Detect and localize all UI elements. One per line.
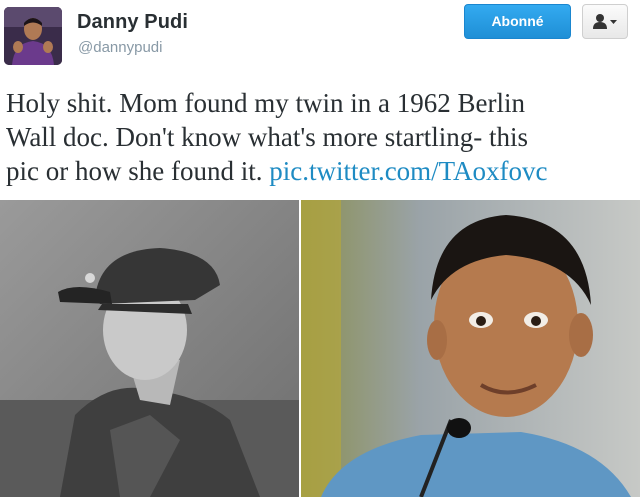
- tweet-text: Holy shit. Mom found my twin in a 1962 B…: [6, 86, 636, 188]
- tweet-line-3: pic or how she found it. pic.twitter.com…: [6, 154, 636, 188]
- tweet-line-3-text: pic or how she found it.: [6, 156, 270, 186]
- attached-photo-right[interactable]: [301, 200, 640, 497]
- tweet-header: Danny Pudi @dannypudi Abonné: [0, 0, 640, 74]
- username[interactable]: @dannypudi: [78, 39, 162, 56]
- avatar-image: [4, 7, 62, 65]
- avatar[interactable]: [4, 7, 62, 65]
- tweet-photo-link[interactable]: pic.twitter.com/TAoxfovc: [269, 156, 547, 186]
- tweet-line-2: Wall doc. Don't know what's more startli…: [6, 122, 528, 152]
- danny-photo: [301, 200, 640, 497]
- user-menu-button[interactable]: [582, 4, 628, 39]
- tweet-line-1: Holy shit. Mom found my twin in a 1962 B…: [6, 88, 525, 118]
- soldier-photo: [0, 200, 299, 497]
- display-name[interactable]: Danny Pudi: [77, 11, 188, 34]
- attached-photo-left[interactable]: [0, 200, 299, 497]
- person-dropdown-icon: [593, 14, 617, 29]
- follow-button[interactable]: Abonné: [464, 4, 571, 39]
